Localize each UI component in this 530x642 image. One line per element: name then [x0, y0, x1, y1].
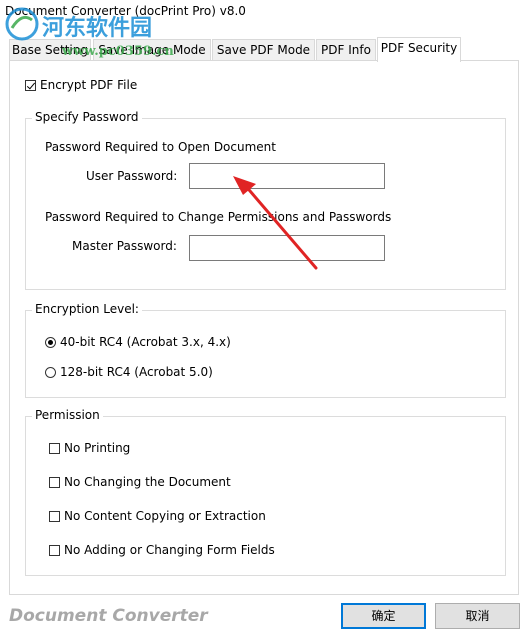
user-password-label: User Password: [86, 169, 178, 183]
permissions-password-heading: Password Required to Change Permissions … [45, 210, 392, 224]
master-password-input[interactable] [189, 235, 385, 261]
radio-40bit-rc4[interactable]: 40-bit RC4 (Acrobat 3.x, 4.x) [45, 335, 231, 349]
no-content-copying-box[interactable] [49, 510, 60, 522]
password-group-legend: Specify Password [32, 110, 142, 124]
encrypt-checkbox-label: Encrypt PDF File [40, 78, 138, 92]
window-title: Document Converter (docPrint Pro) v8.0 [5, 4, 246, 18]
no-printing-checkbox[interactable]: No Printing [49, 441, 130, 455]
master-password-label: Master Password: [72, 239, 177, 253]
no-changing-document-label: No Changing the Document [64, 475, 231, 489]
radio-128bit-dot[interactable] [45, 366, 56, 378]
radio-128bit-label: 128-bit RC4 (Acrobat 5.0) [60, 365, 213, 379]
tab-save-image-mode[interactable]: Save Image Mode [93, 39, 211, 60]
title-bar: Document Converter (docPrint Pro) v8.0 [0, 0, 530, 24]
encryption-level-group: Encryption Level: [25, 302, 506, 398]
footer-brand-text: Document Converter [9, 606, 208, 626]
open-document-heading: Password Required to Open Document [45, 140, 276, 154]
no-changing-document-box[interactable] [49, 476, 60, 488]
tab-base-setting[interactable]: Base Setting [9, 39, 91, 60]
encryption-level-legend: Encryption Level: [32, 302, 142, 316]
no-content-copying-label: No Content Copying or Extraction [64, 509, 266, 523]
encrypt-checkbox-box[interactable] [25, 79, 36, 91]
ok-button[interactable]: 确定 [341, 603, 426, 629]
no-changing-document-checkbox[interactable]: No Changing the Document [49, 475, 231, 489]
tab-pdf-info[interactable]: PDF Info [316, 39, 376, 60]
tab-pdf-security[interactable]: PDF Security [377, 37, 461, 62]
no-form-fields-label: No Adding or Changing Form Fields [64, 543, 275, 557]
no-content-copying-checkbox[interactable]: No Content Copying or Extraction [49, 509, 266, 523]
user-password-input[interactable] [189, 163, 385, 189]
cancel-button[interactable]: 取消 [435, 603, 520, 629]
no-printing-label: No Printing [64, 441, 131, 455]
tab-save-pdf-mode[interactable]: Save PDF Mode [212, 39, 315, 60]
permission-group-legend: Permission [32, 408, 103, 422]
radio-40bit-dot[interactable] [45, 336, 56, 348]
no-form-fields-box[interactable] [49, 544, 60, 556]
no-form-fields-checkbox[interactable]: No Adding or Changing Form Fields [49, 543, 275, 557]
radio-40bit-label: 40-bit RC4 (Acrobat 3.x, 4.x) [60, 335, 231, 349]
encrypt-pdf-checkbox[interactable]: Encrypt PDF File [25, 78, 137, 92]
radio-128bit-rc4[interactable]: 128-bit RC4 (Acrobat 5.0) [45, 365, 213, 379]
no-printing-box[interactable] [49, 442, 60, 454]
